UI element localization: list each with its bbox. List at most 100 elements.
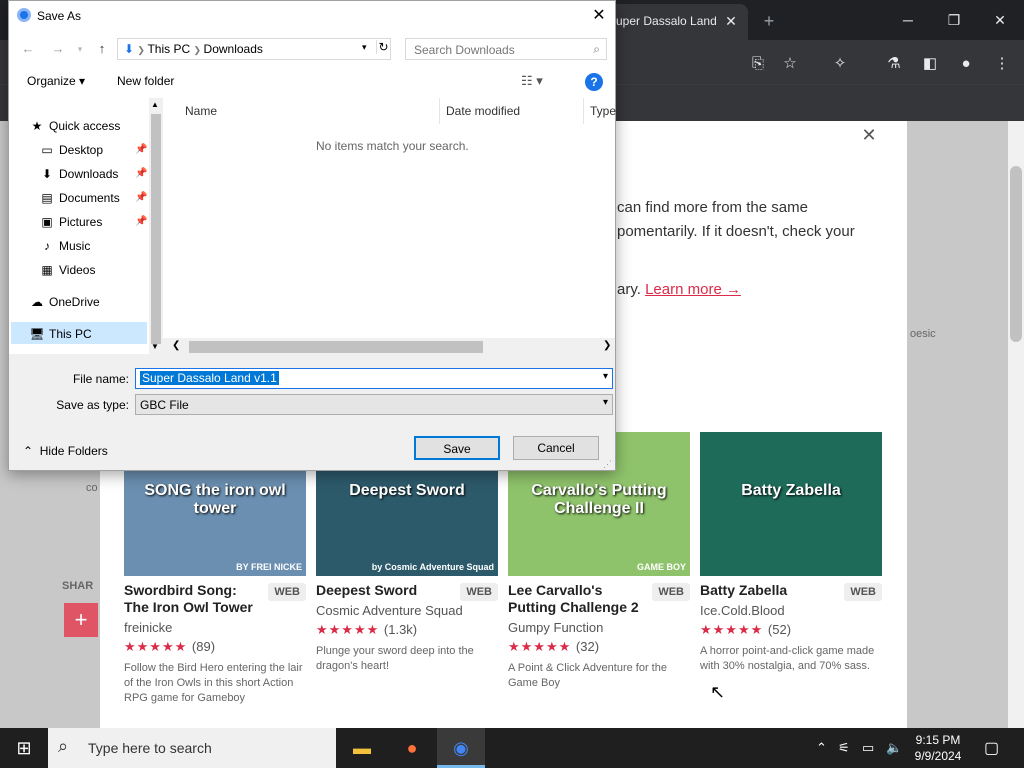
extensions-icon[interactable]: ✧ (828, 52, 852, 76)
column-separator (439, 98, 440, 124)
menu-kebab-icon[interactable]: ⋮ (990, 52, 1014, 76)
file-explorer-icon[interactable]: ▬ (338, 728, 386, 768)
restore-window-icon[interactable]: ❐ (934, 6, 974, 34)
nav-item-label: Videos (59, 263, 96, 277)
minimize-window-icon[interactable]: ─ (888, 6, 928, 34)
address-dropdown-icon[interactable]: ▾ (362, 42, 367, 53)
nav-item[interactable]: ★ Quick access (29, 116, 121, 136)
new-folder-button[interactable]: New folder (117, 74, 174, 88)
search-downloads-input[interactable]: Search Downloads ⌕ (405, 38, 607, 60)
game-card[interactable]: Batty Zabella Batty Zabella WEB Ice.Cold.Bl… (700, 432, 882, 674)
nav-item[interactable]: ▣ Pictures (39, 212, 102, 232)
show-hidden-icons[interactable]: ⌃ (816, 740, 827, 756)
recent-dropdown-icon[interactable]: ▾ (69, 39, 91, 59)
nav-item[interactable]: ▦ Videos (39, 260, 95, 280)
close-window-icon[interactable]: ✕ (980, 6, 1020, 34)
background-side-text: oesic (910, 328, 936, 340)
game-card[interactable]: SONG the iron owl tower BY FREI NICKE Swor… (124, 432, 306, 706)
web-badge: WEB (844, 583, 882, 601)
chevron-down-icon[interactable]: ▾ (603, 371, 608, 382)
nav-item[interactable]: ♪ Music (39, 236, 90, 256)
breadcrumb-downloads[interactable]: Downloads (204, 42, 263, 56)
clock[interactable]: 9:15 PM 9/9/2024 (910, 732, 966, 764)
thumbnail-title: SONG the iron owl tower (144, 482, 286, 517)
web-badge: WEB (268, 583, 306, 601)
close-tab-icon[interactable]: ✕ (720, 10, 742, 32)
save-as-type-label: Save as type: (56, 398, 129, 412)
profile-avatar-icon[interactable]: ● (954, 52, 978, 76)
horizontal-scroll-thumb[interactable] (189, 341, 483, 353)
chrome-icon (17, 8, 31, 22)
file-name-input[interactable]: Super Dassalo Land v1.1 ▾ (135, 368, 613, 389)
game-author[interactable]: Gumpy Function (508, 620, 690, 635)
search-icon: ⌕ (58, 736, 69, 756)
cancel-button[interactable]: Cancel (513, 436, 599, 460)
game-author[interactable]: Cosmic Adventure Squad (316, 603, 498, 618)
web-badge: WEB (460, 583, 498, 601)
column-header-name[interactable]: Name (185, 104, 217, 118)
network-icon[interactable]: ⚟ (838, 740, 850, 756)
display-icon[interactable]: ▭ (862, 740, 874, 756)
nav-item-icon: ▤ (41, 191, 53, 205)
install-app-icon[interactable]: ⎘ (746, 52, 770, 76)
scroll-right-icon[interactable]: ❯ (603, 340, 611, 351)
game-thumbnail[interactable]: Batty Zabella (700, 432, 882, 576)
web-badge: WEB (652, 583, 690, 601)
nav-item-label: Documents (59, 191, 120, 205)
save-as-dialog: Save As ✕ ← → ▾ ↑ ⬇ ❯ This PC ❯ Download… (8, 0, 616, 471)
help-icon[interactable]: ? (585, 73, 603, 91)
nav-item[interactable]: ☁ OneDrive (29, 292, 100, 312)
nav-item-icon: ▣ (41, 215, 53, 229)
nav-item[interactable]: ▭ Desktop (39, 140, 103, 160)
save-as-type-value: GBC File (140, 398, 189, 412)
learn-more-link[interactable]: Learn more → (645, 281, 741, 298)
save-button[interactable]: Save (414, 436, 500, 460)
nav-item[interactable]: 🖥 This PC (29, 324, 92, 344)
organize-button[interactable]: Organize ▾ (27, 74, 85, 88)
up-arrow-icon[interactable]: ↑ (91, 39, 113, 59)
thumbnail-title: Deepest Sword (349, 482, 465, 499)
column-header-date-modified[interactable]: Date modified (446, 104, 520, 118)
side-panel-icon[interactable]: ◧ (918, 52, 942, 76)
refresh-icon[interactable]: ↻ (376, 40, 390, 54)
address-bar[interactable]: ⬇ ❯ This PC ❯ Downloads ▾ ↻ (117, 38, 391, 60)
page-scroll-thumb[interactable] (1010, 166, 1022, 342)
dialog-close-icon[interactable]: ✕ (587, 5, 611, 27)
bookmark-star-icon[interactable]: ☆ (778, 52, 802, 76)
game-author[interactable]: Ice.Cold.Blood (700, 603, 882, 618)
hide-folders-toggle[interactable]: ⌃ Hide Folders (23, 444, 108, 458)
nav-scroll-thumb[interactable] (151, 114, 161, 344)
notifications-icon[interactable]: ▢ (984, 738, 999, 758)
star-rating: ★★★★★ (52) (700, 622, 792, 637)
file-list[interactable] (163, 98, 615, 354)
scroll-up-icon[interactable]: ▲ (151, 100, 159, 109)
resize-grip-icon[interactable]: ⋰ (603, 459, 612, 470)
breadcrumb-this-pc[interactable]: This PC (147, 42, 190, 56)
back-arrow-icon[interactable]: ← (17, 39, 39, 59)
scroll-down-icon[interactable]: ▼ (151, 342, 159, 351)
date: 9/9/2024 (914, 749, 962, 763)
nav-item[interactable]: ▤ Documents (39, 188, 120, 208)
pin-icon: 📌 (135, 168, 148, 179)
new-tab-button[interactable]: + (758, 10, 780, 32)
firefox-icon[interactable]: ● (388, 728, 436, 768)
game-author[interactable]: freinicke (124, 620, 306, 635)
nav-item-label: Pictures (59, 215, 103, 229)
labs-icon[interactable]: ⚗ (882, 52, 906, 76)
taskbar-search-input[interactable]: Type here to search (48, 728, 336, 768)
share-button[interactable]: + (64, 603, 98, 637)
nav-item-label: This PC (49, 327, 92, 341)
column-header-type[interactable]: Type (590, 104, 616, 118)
nav-item[interactable]: ⬇ Downloads (39, 164, 118, 184)
scroll-left-icon[interactable]: ❮ (172, 340, 180, 351)
modal-close-icon[interactable]: ✕ (858, 124, 880, 146)
nav-item-icon: 🖥 (29, 327, 45, 341)
volume-muted-icon[interactable]: 🔈 (886, 740, 902, 756)
forward-arrow-icon[interactable]: → (47, 39, 69, 59)
chrome-icon[interactable]: ◉ (437, 728, 485, 768)
view-options-icon[interactable]: ☷ ▾ (521, 73, 543, 89)
empty-message: No items match your search. (316, 139, 469, 153)
nav-item-label: Desktop (59, 143, 104, 157)
windows-start-icon[interactable]: ⊞ (0, 728, 48, 768)
save-as-type-select[interactable]: GBC File ▾ (135, 394, 613, 415)
